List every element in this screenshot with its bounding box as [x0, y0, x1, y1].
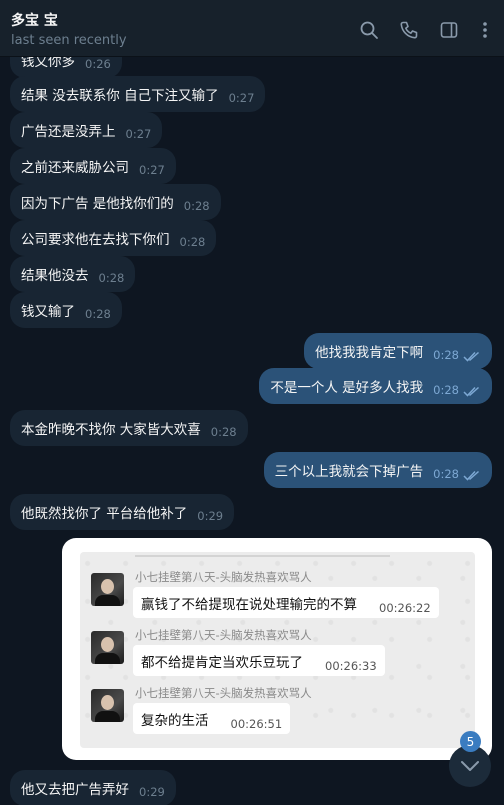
message-incoming[interactable]: 因为下广告 是他找你们的 0:28: [10, 184, 221, 220]
message-text: 广告还是没弄上: [21, 124, 116, 140]
chat-header: 多宝 宝 last seen recently: [0, 0, 504, 57]
message-incoming[interactable]: 本金昨晚不找你 大家皆大欢喜 0:28: [10, 410, 248, 446]
screenshot-bubble: 赢钱了不给提现在说处理输完的不算 00:26:22: [133, 587, 439, 618]
unread-count-badge: 5: [460, 731, 481, 752]
message-incoming[interactable]: 结果 没去联系你 自己下注又输了 0:27: [10, 76, 266, 112]
chevron-down-icon: [461, 761, 479, 771]
sender-name: 小七挂壁第八天-头脑发热喜欢骂人: [135, 686, 312, 700]
avatar: [91, 631, 124, 664]
screenshot-bubble: 都不给提肯定当欢乐豆玩了 00:26:33: [133, 645, 385, 676]
double-check-icon: [463, 470, 479, 481]
screenshot-text: 复杂的生活: [141, 712, 209, 729]
chat-screenshot-image: 小七挂壁第八天-头脑发热喜欢骂人 赢钱了不给提现在说处理输完的不算 00:26:…: [80, 552, 475, 748]
message-text: 本金昨晚不找你 大家皆大欢喜: [21, 422, 201, 438]
avatar: [91, 573, 124, 606]
double-check-icon: [463, 351, 479, 362]
message-list[interactable]: 钱又你多 0:26 结果 没去联系你 自己下注又输了 0:27 广告还是没弄上 …: [0, 57, 504, 805]
contact-status: last seen recently: [11, 33, 127, 48]
screenshot-message: 小七挂壁第八天-头脑发热喜欢骂人 复杂的生活 00:26:51: [80, 684, 475, 744]
avatar: [91, 689, 124, 722]
message-text: 因为下广告 是他找你们的: [21, 196, 174, 212]
phone-icon[interactable]: [399, 20, 419, 40]
message-incoming[interactable]: 钱又你多 0:26: [10, 57, 122, 78]
message-time: 0:28: [433, 383, 459, 397]
message-time: 0:27: [125, 127, 152, 141]
message-text: 结果 没去联系你 自己下注又输了: [21, 88, 219, 104]
photo-message[interactable]: 小七挂壁第八天-头脑发热喜欢骂人 赢钱了不给提现在说处理输完的不算 00:26:…: [62, 538, 492, 760]
message-time: 0:28: [433, 348, 459, 362]
message-incoming[interactable]: 钱又输了 0:28: [10, 292, 122, 328]
message-time: 0:29: [139, 785, 165, 799]
message-time: 0:29: [197, 509, 224, 523]
divider: [135, 555, 390, 557]
sender-name: 小七挂壁第八天-头脑发热喜欢骂人: [135, 570, 312, 584]
message-incoming[interactable]: 他既然找你了 平台给他补了 0:29: [10, 494, 235, 530]
message-incoming[interactable]: 之前还来威胁公司 0:27: [10, 148, 176, 184]
message-incoming[interactable]: 公司要求他在去找下你们 0:28: [10, 220, 217, 256]
screenshot-message: 小七挂壁第八天-头脑发热喜欢骂人 赢钱了不给提现在说处理输完的不算 00:26:…: [80, 568, 475, 628]
message-text: 不是一个人 是好多人找我: [270, 380, 424, 396]
message-incoming[interactable]: 广告还是没弄上 0:27: [10, 112, 163, 148]
message-time: 0:27: [228, 91, 255, 105]
message-time: 0:28: [98, 271, 125, 285]
screenshot-bubble: 复杂的生活 00:26:51: [133, 703, 291, 734]
sender-name: 小七挂壁第八天-头脑发热喜欢骂人: [135, 628, 312, 642]
sidebar-toggle-icon[interactable]: [439, 20, 459, 40]
message-time: 0:28: [183, 199, 210, 213]
message-time: 0:28: [85, 307, 111, 321]
screenshot-time: 00:26:22: [379, 600, 431, 615]
message-time: 0:28: [433, 467, 459, 481]
screenshot-text: 都不给提肯定当欢乐豆玩了: [141, 654, 303, 671]
message-text: 结果他没去: [21, 268, 89, 284]
message-outgoing[interactable]: 不是一个人 是好多人找我 0:28: [259, 368, 492, 404]
message-text: 钱又输了: [21, 304, 75, 320]
message-text: 他既然找你了 平台给他补了: [21, 506, 188, 522]
screenshot-text: 赢钱了不给提现在说处理输完的不算: [141, 596, 357, 613]
message-outgoing[interactable]: 三个以上我就会下掉广告 0:28: [263, 452, 492, 488]
search-icon[interactable]: [359, 20, 379, 40]
more-icon[interactable]: [475, 20, 495, 40]
message-outgoing[interactable]: 他找我我肯定下啊 0:28: [304, 333, 492, 369]
screenshot-time: 00:26:33: [325, 658, 377, 673]
message-text: 公司要求他在去找下你们: [21, 232, 170, 248]
screenshot-message: 小七挂壁第八天-头脑发热喜欢骂人 都不给提肯定当欢乐豆玩了 00:26:33: [80, 626, 475, 686]
message-text: 之前还来威胁公司: [21, 160, 129, 176]
screenshot-time: 00:26:51: [230, 716, 283, 731]
message-text: 三个以上我就会下掉广告: [274, 464, 424, 480]
message-text: 他找我我肯定下啊: [315, 345, 424, 361]
message-text: 钱又你多: [21, 57, 75, 70]
message-time: 0:28: [179, 235, 206, 249]
contact-name[interactable]: 多宝 宝: [11, 10, 58, 30]
message-incoming[interactable]: 结果他没去 0:28: [10, 256, 136, 292]
message-time: 0:28: [210, 425, 237, 439]
double-check-icon: [463, 386, 479, 397]
message-time: 0:27: [139, 163, 165, 177]
message-time: 0:26: [85, 57, 111, 71]
message-incoming[interactable]: 他又去把广告弄好 0:29: [10, 770, 176, 805]
message-text: 他又去把广告弄好: [21, 782, 129, 798]
